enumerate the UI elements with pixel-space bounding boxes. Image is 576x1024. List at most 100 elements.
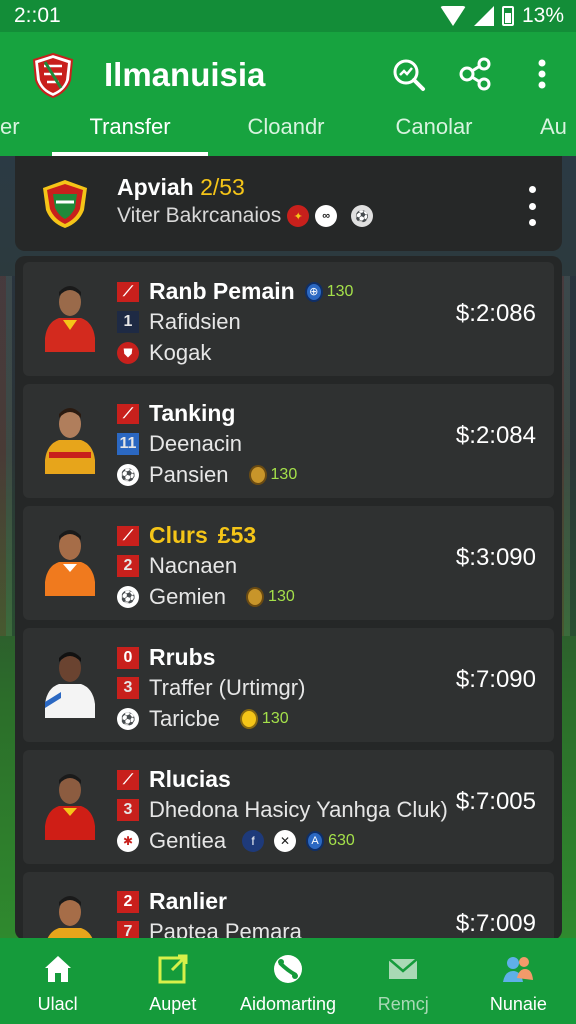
player-position: Dhedona Hasicy Yanhga Cluk)	[149, 797, 448, 822]
player-position: Deenacin	[149, 431, 242, 456]
player-price: $:2:086	[455, 300, 536, 327]
header-title-value: 2/53	[200, 174, 245, 200]
battery-icon	[501, 6, 514, 26]
player-price: $:3:090	[455, 544, 536, 571]
nation-flag-icon: ⟋	[117, 281, 139, 302]
nav-item-home[interactable]: Ulacl	[0, 938, 115, 1024]
nation-flag-icon: ⟋	[117, 525, 139, 546]
player-position: Traffer (Urtimgr)	[149, 675, 306, 700]
player-price: $:7:009	[455, 910, 536, 937]
player-rating-value: 130	[261, 710, 289, 727]
player-position-row: 11 Deenacin	[117, 431, 242, 457]
player-club: Gentiea	[149, 828, 227, 853]
shirt-number: 3	[117, 799, 139, 821]
status-badge: 0	[117, 646, 139, 669]
rating-badge-icon	[239, 709, 258, 729]
player-price: $:7:090	[455, 666, 536, 693]
shirt-number: 1	[117, 311, 139, 333]
player-rating-value: 130	[326, 282, 354, 300]
nav-label: Nunaie	[489, 994, 547, 1014]
bottom-navigation: Ulacl Aupet Aidomarting Remcj Nunaie	[0, 938, 576, 1024]
player-club: Taricbe	[149, 706, 220, 731]
rating-badge-icon: ⊕	[304, 281, 323, 302]
player-position: Rafidsien	[149, 309, 241, 334]
player-card[interactable]: ⟋ Tanking 11 Deenacin ⚽ Pansien 130 $:2:…	[23, 384, 554, 498]
status-time: 2::01	[14, 4, 61, 27]
player-position-row: 3 Traffer (Urtimgr)	[117, 675, 305, 701]
player-position-row: 3 Dhedona Hasicy Yanhga Cluk)	[117, 797, 448, 823]
football-icon: ⚽	[351, 205, 374, 227]
nation-flag-icon: ⟋	[117, 403, 139, 424]
tab-canolar[interactable]: Canolar	[374, 112, 494, 156]
tab-partial-right[interactable]: Au	[540, 112, 576, 156]
people-icon	[503, 957, 534, 982]
header-subtitle: Viter Bakrcanaios	[117, 204, 282, 227]
player-name-row: ⟋ Rlucias	[117, 766, 231, 793]
battery-level: 13%	[521, 4, 564, 27]
player-price: $:2:084	[455, 422, 536, 449]
nav-label: Ulacl	[37, 994, 78, 1014]
club-header-card[interactable]: Apviah 2/53 Viter Bakrcanaios ✦ ∞ ⚽	[15, 156, 562, 251]
player-card[interactable]: ⟋ Clurs £53 2 Nacnaen ⚽ Gemien 130 $:3:0…	[23, 506, 554, 620]
stats-search-icon[interactable]	[388, 54, 428, 94]
nav-item-messages[interactable]: Remcj	[346, 938, 461, 1024]
player-list: ⟋ Ranb Pemain ⊕ 130 1 Rafidsien ⛊ Kogak …	[15, 256, 562, 940]
player-avatar	[45, 530, 95, 596]
player-avatar	[45, 774, 95, 840]
tab-transfer[interactable]: Transfer	[52, 112, 208, 156]
player-club-row: ✱ Gentiea f ✕ A 630	[117, 828, 355, 854]
player-position: Paptea Pemara	[149, 919, 302, 940]
player-position: Nacnaen	[149, 553, 238, 578]
player-name-row: ⟋ Tanking	[117, 400, 235, 427]
player-name: Ranb Pemain	[149, 278, 295, 304]
rating-badge-icon	[248, 465, 267, 485]
player-rating-value: 630	[328, 832, 355, 849]
more-options-icon[interactable]	[522, 54, 562, 94]
nav-item-matches[interactable]: Aidomarting	[230, 938, 345, 1024]
player-club-row: ⚽ Gemien 130	[117, 584, 295, 610]
tab-bar: er Transfer Cloandr Canolar Au	[0, 112, 576, 156]
nav-item-update[interactable]: Aupet	[115, 938, 230, 1024]
nation-flag-icon: ⟋	[117, 769, 139, 790]
player-card[interactable]: ⟋ Ranb Pemain ⊕ 130 1 Rafidsien ⛊ Kogak …	[23, 262, 554, 376]
player-rating: 130	[246, 587, 295, 607]
app-title: Ilmanuisia	[104, 56, 266, 93]
rating-badge-icon: A	[306, 831, 325, 851]
player-club: Gemien	[149, 584, 227, 609]
status-icons: 13%	[439, 4, 564, 28]
player-card[interactable]: 2 Ranlier 7 Paptea Pemara $:7:009	[23, 872, 554, 940]
player-name: Tanking	[149, 400, 236, 426]
club-badge-icon	[43, 180, 87, 228]
player-name-row: ⟋ Ranb Pemain ⊕ 130	[117, 278, 353, 305]
player-price: $:7:005	[455, 788, 536, 815]
player-club: Kogak	[149, 340, 212, 365]
player-card[interactable]: ⟋ Rlucias 3 Dhedona Hasicy Yanhga Cluk) …	[23, 750, 554, 864]
football-icon: ⚽	[117, 586, 139, 608]
player-position-row: 1 Rafidsien	[117, 309, 241, 335]
shirt-number: 3	[117, 677, 139, 699]
facebook-icon[interactable]: f	[242, 830, 265, 852]
app-bar: Ilmanuisia er Transfer Cloandr Canolar A…	[0, 32, 576, 156]
nav-item-profile[interactable]: Nunaie	[461, 938, 576, 1024]
player-name-row: 2 Ranlier	[117, 888, 227, 915]
share-icon[interactable]	[455, 54, 495, 94]
player-club-row: ⚽ Taricbe 130	[117, 706, 289, 732]
player-position-row: 2 Nacnaen	[117, 553, 237, 579]
header-title: Apviah 2/53	[117, 174, 245, 201]
club-icon: ✱	[117, 830, 139, 852]
shirt-number: 2	[117, 555, 139, 577]
nav-label: Aupet	[149, 994, 197, 1014]
tab-cloandr[interactable]: Cloandr	[226, 112, 346, 156]
player-card[interactable]: 0 Rrubs 3 Traffer (Urtimgr) ⚽ Taricbe 13…	[23, 628, 554, 742]
football-icon	[274, 955, 302, 983]
header-more-icon[interactable]	[524, 186, 540, 226]
nav-label: Remcj	[377, 994, 429, 1014]
rating-badge-icon	[246, 587, 265, 607]
shirt-number: 11	[117, 433, 139, 455]
signal-icon	[473, 6, 494, 26]
home-icon	[44, 956, 71, 982]
link-icon[interactable]: ✕	[274, 830, 297, 852]
header-title-text: Apviah	[117, 174, 194, 200]
tab-partial-left[interactable]: er	[0, 112, 30, 156]
club-icon: ⛊	[117, 342, 139, 364]
